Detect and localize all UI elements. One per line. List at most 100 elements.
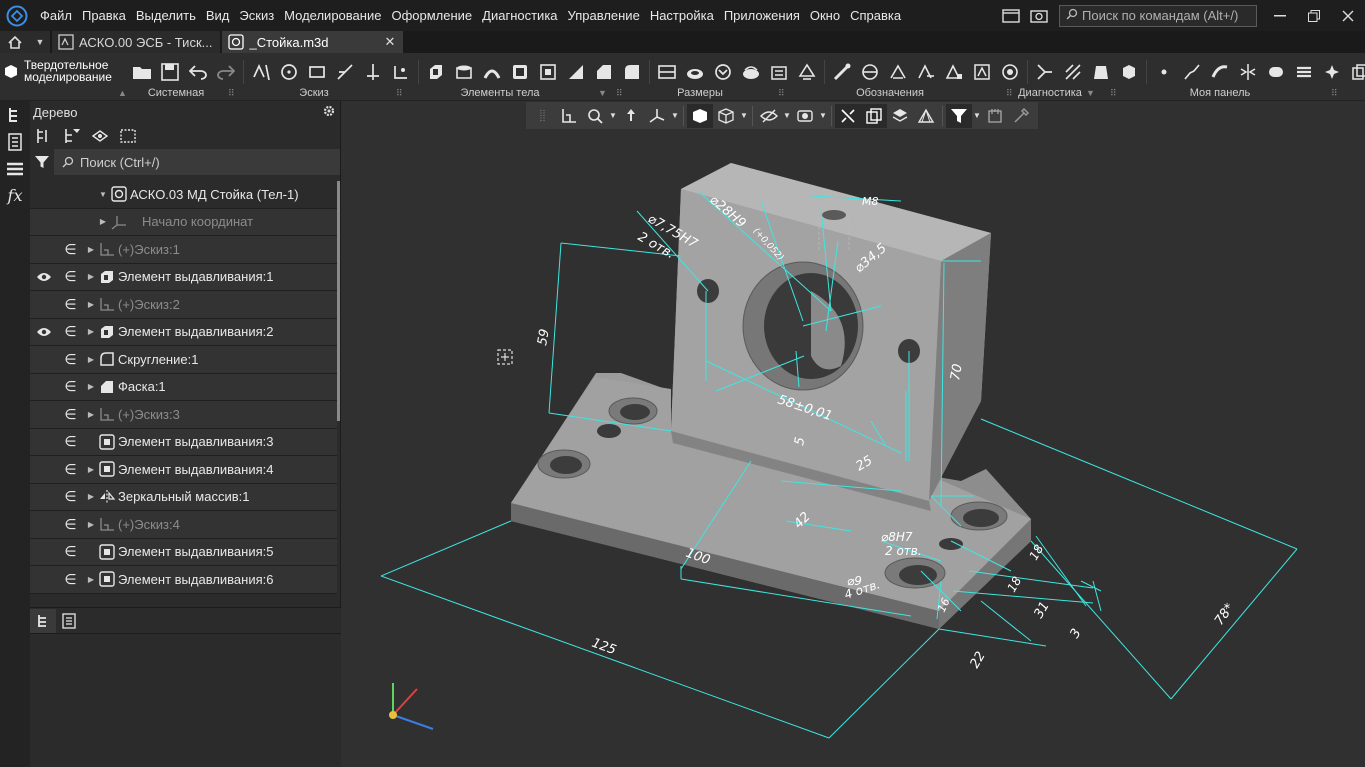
save-icon[interactable] xyxy=(157,59,183,85)
menu-edit[interactable]: Правка xyxy=(77,0,131,31)
tab-stand-part[interactable]: _Стойка.m3d ✕ xyxy=(222,31,404,53)
tree-item-chamfer[interactable]: ∈ ▶ Фаска:1 xyxy=(30,373,337,401)
visibility-toggle-icon[interactable]: ∈ xyxy=(57,351,84,368)
select-frame-icon[interactable] xyxy=(116,124,140,148)
command-search-input[interactable]: Поиск по командам (Alt+/) xyxy=(1059,4,1257,27)
visibility-toggle-icon[interactable]: ∈ xyxy=(57,433,84,450)
tree-item-part-root[interactable]: ▼ АСКО.03 МД Стойка (Тел-1) xyxy=(30,181,337,209)
visibility-toggle-icon[interactable]: ∈ xyxy=(57,323,84,340)
copy-view-icon[interactable] xyxy=(861,103,887,128)
minimize-button[interactable] xyxy=(1263,0,1297,31)
loft-tool-icon[interactable] xyxy=(507,59,533,85)
tree-item-cut-extrude[interactable]: ∈ ▶ Элемент выдавливания:4 xyxy=(30,456,337,484)
hide-show-icon[interactable] xyxy=(756,104,782,128)
base-icon[interactable] xyxy=(941,59,967,85)
roughness-icon[interactable] xyxy=(885,59,911,85)
hatch-icon[interactable] xyxy=(1263,59,1289,85)
chevron-down-icon[interactable]: ▼ xyxy=(972,111,982,120)
spline-icon[interactable] xyxy=(1207,59,1233,85)
tree-item-cut-extrude[interactable]: ∈ Элемент выдавливания:5 xyxy=(30,538,337,566)
chevron-down-icon[interactable]: ▼ xyxy=(670,111,680,120)
revolve-tool-icon[interactable] xyxy=(451,59,477,85)
tree-item-fillet[interactable]: ∈ ▶ Скругление:1 xyxy=(30,346,337,374)
dimension-style-icon[interactable] xyxy=(794,59,820,85)
expand-arrow-icon[interactable]: ▶ xyxy=(84,245,98,254)
chevron-down-icon[interactable]: ▼ xyxy=(598,88,607,98)
zoom-icon[interactable] xyxy=(582,104,608,128)
layers-panel-icon[interactable] xyxy=(0,155,30,182)
symmetry-icon[interactable] xyxy=(1235,59,1261,85)
menu-apps[interactable]: Приложения xyxy=(719,0,805,31)
menu-help[interactable]: Справка xyxy=(845,0,906,31)
assembly-view-icon[interactable] xyxy=(88,124,112,148)
filter-icon[interactable] xyxy=(946,103,972,128)
point-icon[interactable] xyxy=(1151,59,1177,85)
chevron-down-icon[interactable]: ▼ xyxy=(1086,88,1095,98)
chevron-down-icon[interactable]: ▼ xyxy=(608,111,618,120)
filter-icon[interactable] xyxy=(30,149,54,175)
curve-icon[interactable] xyxy=(1179,59,1205,85)
tab-assembly-drawing[interactable]: АСКО.00 ЭСБ - Тиск... xyxy=(52,31,221,53)
perspective-icon[interactable] xyxy=(913,104,939,128)
angular-dimension-icon[interactable] xyxy=(710,59,736,85)
tree-filter-structure-icon[interactable] xyxy=(60,124,84,148)
tree-item-cut-extrude[interactable]: ∈ Элемент выдавливания:3 xyxy=(30,428,337,456)
pan-icon[interactable] xyxy=(618,104,644,128)
expand-arrow-icon[interactable]: ▶ xyxy=(84,465,98,474)
chevron-down-icon[interactable]: ▼ xyxy=(782,111,792,120)
tree-item-cut-extrude[interactable]: ∈ ▶ Элемент выдавливания:6 xyxy=(30,566,337,594)
rectangle-tool-icon[interactable] xyxy=(304,59,330,85)
tree-item-mirror[interactable]: ∈ ▶ Зеркальный массив:1 xyxy=(30,483,337,511)
expand-arrow-icon[interactable]: ▶ xyxy=(84,575,98,584)
properties-panel-icon[interactable] xyxy=(0,128,30,155)
menu-file[interactable]: Файл xyxy=(35,0,77,31)
layout-icon[interactable] xyxy=(1000,5,1022,27)
measure-tool-icon[interactable] xyxy=(982,104,1008,128)
chevron-down-icon[interactable]: ▼ xyxy=(818,111,828,120)
visibility-toggle-icon[interactable]: ∈ xyxy=(57,571,84,588)
view-eye-icon[interactable] xyxy=(792,104,818,128)
close-window-button[interactable] xyxy=(1331,0,1365,31)
close-tab-icon[interactable]: ✕ xyxy=(385,34,396,50)
visibility-toggle-icon[interactable]: ∈ xyxy=(57,488,84,505)
undo-icon[interactable] xyxy=(185,59,211,85)
expand-arrow-icon[interactable]: ▶ xyxy=(84,492,98,501)
auto-dimension-icon[interactable] xyxy=(766,59,792,85)
visibility-toggle-icon[interactable]: ∈ xyxy=(57,461,84,478)
tree-panel-icon[interactable] xyxy=(0,101,30,128)
variables-fx-icon[interactable]: fx xyxy=(0,182,30,209)
open-folder-icon[interactable] xyxy=(129,59,155,85)
tree-search-input[interactable]: Поиск (Ctrl+/) xyxy=(54,149,340,175)
expand-arrow-icon[interactable]: ▶ xyxy=(84,327,98,336)
measure-icon[interactable] xyxy=(1032,59,1058,85)
menu-modeling[interactable]: Моделирование xyxy=(279,0,386,31)
tree-item-sketch[interactable]: ∈ ▶ (+)Эскиз:2 xyxy=(30,291,337,319)
radial-dimension-icon[interactable] xyxy=(682,59,708,85)
sketch-tool-icon[interactable] xyxy=(248,59,274,85)
visibility-toggle-icon[interactable]: ∈ xyxy=(57,378,84,395)
eye-icon[interactable] xyxy=(30,271,57,283)
point-tool-icon[interactable] xyxy=(388,59,414,85)
tree-item-extrude[interactable]: ∈ ▶ Элемент выдавливания:1 xyxy=(30,263,337,291)
wireframe-view-icon[interactable] xyxy=(713,104,739,128)
chevron-down-icon[interactable]: ▼ xyxy=(739,111,749,120)
copy-icon[interactable] xyxy=(1347,59,1365,85)
rotate-orient-icon[interactable] xyxy=(644,104,670,128)
fillet-tool-icon[interactable] xyxy=(619,59,645,85)
menu-view[interactable]: Вид xyxy=(201,0,235,31)
visibility-toggle-icon[interactable]: ∈ xyxy=(57,268,84,285)
gear-icon[interactable] xyxy=(322,104,336,121)
expand-arrow-icon[interactable]: ▶ xyxy=(84,355,98,364)
tree-item-sketch[interactable]: ∈ ▶ (+)Эскиз:3 xyxy=(30,401,337,429)
modeling-mode-button[interactable]: Твердотельное моделирование xyxy=(2,57,126,85)
tree-item-sketch[interactable]: ∈ ▶ (+)Эскиз:4 xyxy=(30,511,337,539)
expand-arrow-icon[interactable]: ▶ xyxy=(84,410,98,419)
extrude-tool-icon[interactable] xyxy=(423,59,449,85)
menu-select[interactable]: Выделить xyxy=(131,0,201,31)
leader-note-icon[interactable] xyxy=(829,59,855,85)
expand-arrow-icon[interactable]: ▶ xyxy=(84,300,98,309)
line-tool-icon[interactable] xyxy=(332,59,358,85)
visibility-toggle-icon[interactable]: ∈ xyxy=(57,296,84,313)
hole-tool-icon[interactable] xyxy=(563,59,589,85)
pipette-icon[interactable] xyxy=(1008,104,1034,128)
